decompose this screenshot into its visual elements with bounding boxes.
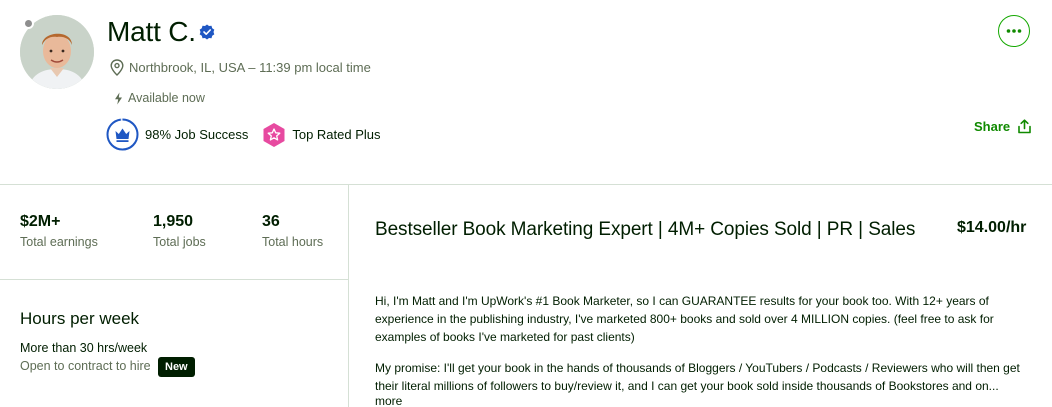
stat-value: $2M+: [20, 213, 61, 230]
offline-status-dot: [23, 18, 34, 29]
stat-total-jobs: 1,950 Total jobs: [153, 213, 206, 249]
badges-row: 98% Job Success Top Rated Plus: [106, 118, 395, 151]
avatar[interactable]: [20, 15, 94, 89]
share-icon: [1018, 119, 1031, 134]
share-label: Share: [974, 119, 1011, 134]
more-options-button[interactable]: [998, 15, 1030, 47]
stat-label: Total hours: [262, 235, 324, 249]
hours-per-week-title: Hours per week: [20, 309, 140, 328]
location-text: Northbrook, IL, USA – 11:39 pm local tim…: [129, 60, 371, 75]
profile-description: Hi, I'm Matt and I'm UpWork's #1 Book Ma…: [375, 292, 1035, 407]
availability-row: Available now: [114, 91, 205, 105]
location-pin-icon: [110, 59, 124, 76]
profile-header: Matt C. Northbrook, IL, USA – 11:39 pm l…: [0, 0, 1052, 184]
contract-to-hire-text: Open to contract to hire: [20, 359, 151, 373]
stat-total-hours: 36 Total hours: [262, 213, 323, 249]
profile-title: Bestseller Book Marketing Expert | 4M+ C…: [375, 219, 916, 240]
hours-per-week-value: More than 30 hrs/week: [20, 341, 148, 355]
more-link[interactable]: more: [375, 394, 402, 407]
stat-value: 36: [262, 213, 280, 230]
location-row: Northbrook, IL, USA – 11:39 pm local tim…: [110, 59, 371, 76]
top-rated-plus-icon: [263, 122, 285, 147]
profile-name: Matt C.: [107, 16, 196, 47]
lightning-bolt-icon: [115, 92, 122, 104]
column-divider: [348, 185, 349, 407]
ellipsis-icon: [1006, 29, 1022, 33]
header-divider: [0, 184, 1052, 185]
stat-total-earnings: $2M+ Total earnings: [20, 213, 98, 249]
verified-badge-icon: [199, 24, 215, 40]
stat-label: Total earnings: [20, 235, 98, 249]
top-rated-plus-badge[interactable]: Top Rated Plus: [262, 122, 381, 148]
share-button[interactable]: Share: [974, 119, 1032, 134]
stat-label: Total jobs: [153, 235, 206, 249]
sidebar-divider: [0, 279, 348, 280]
description-paragraph: My promise: I'll get your book in the ha…: [375, 361, 1020, 393]
job-success-label: 98% Job Success: [145, 127, 249, 142]
top-rated-plus-label: Top Rated Plus: [292, 127, 381, 142]
description-paragraph: Hi, I'm Matt and I'm UpWork's #1 Book Ma…: [375, 294, 994, 344]
availability-text: Available now: [128, 91, 205, 105]
job-success-crown-icon: [106, 118, 139, 151]
job-success-badge[interactable]: 98% Job Success: [106, 118, 248, 151]
hourly-rate: $14.00/hr: [957, 219, 1027, 236]
new-badge: New: [158, 357, 195, 377]
stat-value: 1,950: [153, 213, 194, 230]
